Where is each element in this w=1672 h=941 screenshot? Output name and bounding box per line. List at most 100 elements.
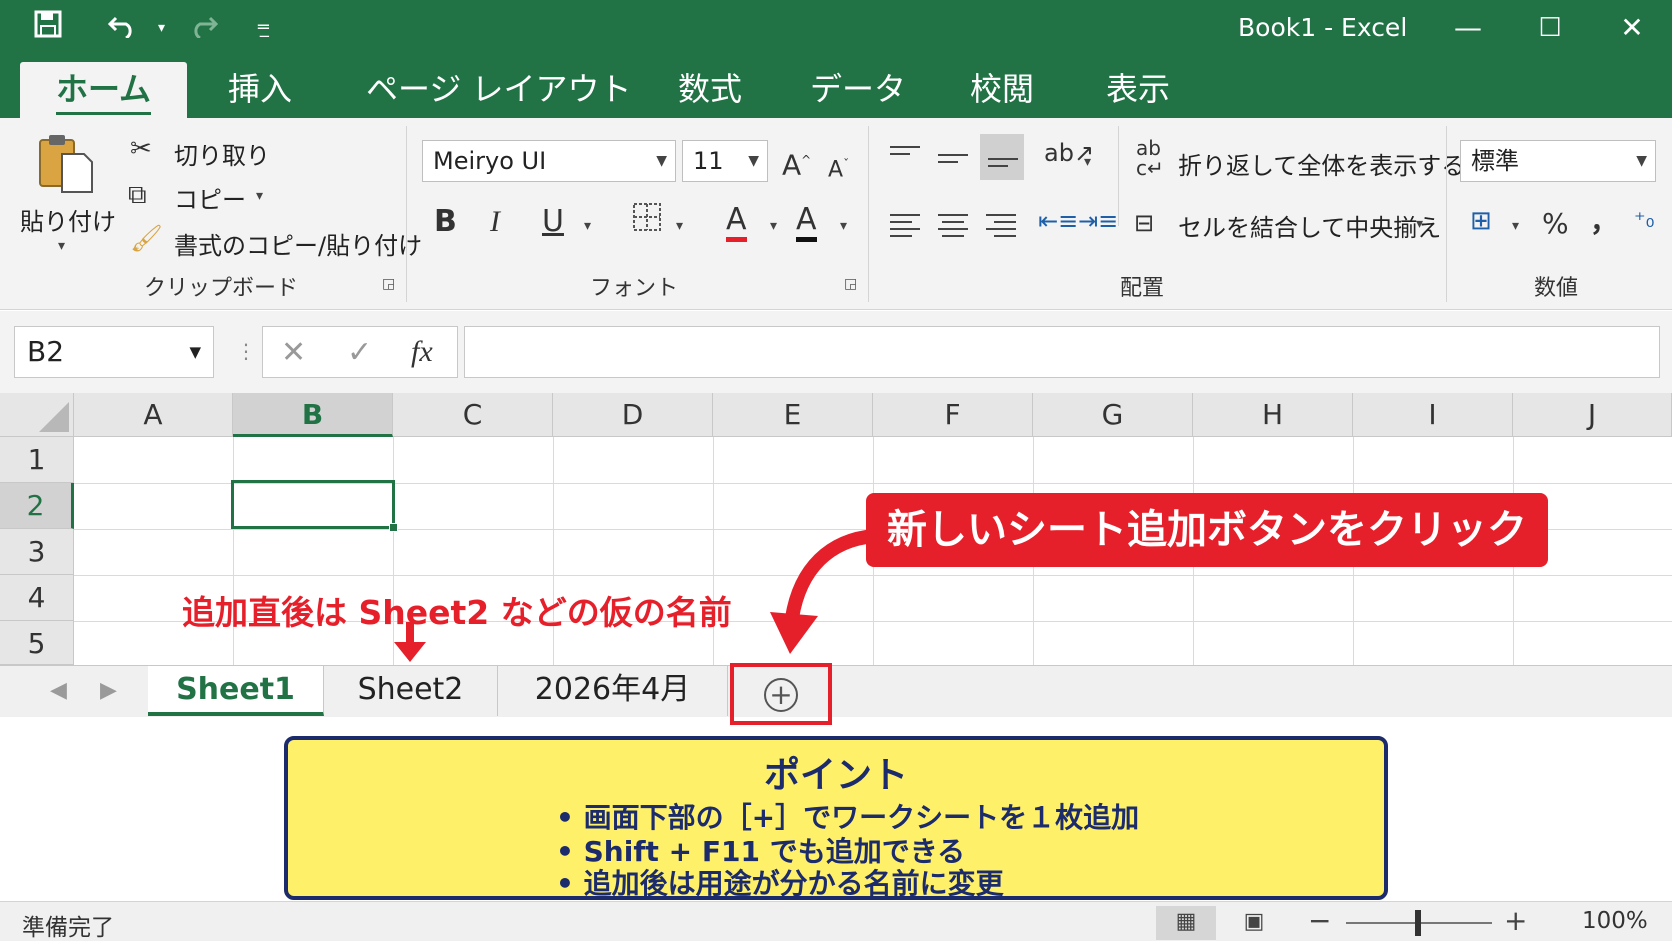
- paste-dropdown-icon[interactable]: ▾: [58, 238, 65, 254]
- cancel-icon[interactable]: ✕: [281, 335, 306, 370]
- select-all-button[interactable]: [0, 393, 74, 437]
- formula-input[interactable]: [464, 326, 1660, 378]
- cut-button[interactable]: 切り取り: [174, 136, 270, 171]
- page-layout-view-icon[interactable]: ▣: [1224, 906, 1284, 940]
- column-header[interactable]: A: [74, 393, 233, 437]
- accounting-dropdown-icon[interactable]: ▾: [1512, 218, 1519, 234]
- copy-dropdown-icon[interactable]: ▾: [256, 188, 263, 204]
- align-left-icon[interactable]: [890, 214, 920, 242]
- minimize-button[interactable]: —: [1448, 8, 1488, 48]
- tab-page-layout[interactable]: ページ レイアウト: [366, 62, 632, 118]
- borders-dropdown-icon[interactable]: ▾: [676, 218, 683, 234]
- close-button[interactable]: ✕: [1612, 8, 1652, 48]
- tab-review[interactable]: 校閲: [970, 62, 1034, 118]
- tab-insert[interactable]: 挿入: [228, 62, 292, 118]
- comma-style-button[interactable]: ，: [1590, 204, 1618, 240]
- sheet-tab-sheet2[interactable]: Sheet2: [324, 666, 498, 716]
- font-size-select[interactable]: 11 ▼: [682, 140, 768, 182]
- column-header[interactable]: H: [1193, 393, 1353, 437]
- column-header[interactable]: J: [1513, 393, 1672, 437]
- row-header-selected[interactable]: 2: [0, 483, 74, 529]
- fill-color-icon[interactable]: A: [726, 202, 747, 242]
- row-header[interactable]: 1: [0, 437, 74, 483]
- fill-handle[interactable]: [389, 523, 398, 532]
- zoom-slider-thumb[interactable]: [1415, 910, 1421, 936]
- tab-data[interactable]: データ: [810, 62, 906, 118]
- bottom-align-button[interactable]: [980, 134, 1024, 180]
- italic-button[interactable]: I: [490, 204, 500, 240]
- tab-formulas[interactable]: 数式: [678, 62, 742, 118]
- alignment-group-label: 配置: [1120, 276, 1165, 301]
- tab-home[interactable]: ホーム: [20, 62, 188, 118]
- name-box[interactable]: B2 ▼: [14, 326, 214, 378]
- scroll-left-icon[interactable]: ◀: [50, 678, 67, 703]
- font-launcher-icon[interactable]: ◲: [844, 276, 857, 292]
- clipboard-launcher-icon[interactable]: ◲: [382, 276, 395, 292]
- decrease-font-size-icon[interactable]: Aˇ: [828, 146, 849, 188]
- tab-view[interactable]: 表示: [1106, 62, 1170, 118]
- increase-font-size-icon[interactable]: A^: [782, 142, 811, 183]
- borders-icon[interactable]: [632, 202, 662, 239]
- new-sheet-button[interactable]: +: [730, 663, 832, 725]
- underline-button[interactable]: U: [542, 204, 564, 240]
- copy-icon[interactable]: ⧉: [128, 180, 147, 210]
- zoom-in-button[interactable]: +: [1504, 904, 1527, 937]
- column-header[interactable]: D: [553, 393, 713, 437]
- row-header[interactable]: 3: [0, 529, 74, 575]
- column-header[interactable]: E: [713, 393, 873, 437]
- font-name-select[interactable]: Meiryo UI ▼: [422, 140, 676, 182]
- formula-bar-grip-icon[interactable]: ⋮: [236, 339, 256, 363]
- bold-button[interactable]: B: [434, 204, 457, 240]
- active-cell[interactable]: [231, 480, 395, 529]
- paste-button-label[interactable]: 貼り付け: [20, 202, 116, 237]
- column-header[interactable]: G: [1033, 393, 1193, 437]
- align-right-icon[interactable]: [986, 214, 1016, 242]
- format-painter-icon[interactable]: 🖌: [130, 224, 163, 254]
- row-header[interactable]: 5: [0, 621, 74, 665]
- column-header[interactable]: C: [393, 393, 553, 437]
- scroll-right-icon[interactable]: ▶: [100, 678, 117, 703]
- scissors-icon[interactable]: ✂: [130, 134, 152, 164]
- save-icon[interactable]: [34, 10, 62, 48]
- column-header[interactable]: F: [873, 393, 1033, 437]
- percent-style-button[interactable]: %: [1542, 206, 1569, 242]
- sheet-tab-sheet1[interactable]: Sheet1: [148, 666, 324, 716]
- wrap-text-icon[interactable]: ab c↵: [1136, 138, 1164, 178]
- undo-dropdown-icon[interactable]: ▾: [158, 10, 165, 46]
- merge-center-icon[interactable]: ⊟: [1134, 208, 1154, 238]
- wrap-text-button[interactable]: 折り返して全体を表示する: [1178, 146, 1465, 181]
- middle-align-icon[interactable]: [938, 154, 968, 168]
- top-align-icon[interactable]: [890, 146, 920, 160]
- merge-dropdown-icon[interactable]: ▾: [1416, 216, 1423, 232]
- decrease-indent-icon[interactable]: ⇤≡: [1038, 206, 1078, 236]
- plus-icon: +: [764, 678, 798, 712]
- zoom-out-button[interactable]: −: [1308, 904, 1331, 937]
- redo-icon[interactable]: [188, 10, 219, 48]
- paste-icon[interactable]: [36, 132, 96, 201]
- sheet-tab-2026-april[interactable]: 2026年4月: [498, 666, 728, 716]
- maximize-button[interactable]: ☐: [1530, 8, 1570, 48]
- orientation-dropdown-icon[interactable]: ▾: [1084, 154, 1091, 170]
- format-painter-button[interactable]: 書式のコピー/貼り付け: [174, 226, 422, 261]
- copy-button[interactable]: コピー: [174, 180, 246, 215]
- accounting-format-icon[interactable]: ⊞: [1470, 206, 1492, 236]
- sheet-tab-bar: ◀ ▶ Sheet1 Sheet2 2026年4月 +: [0, 663, 1672, 725]
- font-color-icon[interactable]: A: [796, 202, 817, 242]
- row-header[interactable]: 4: [0, 575, 74, 621]
- underline-dropdown-icon[interactable]: ▾: [584, 218, 591, 234]
- customize-toolbar-icon[interactable]: ═̲: [258, 10, 269, 46]
- increase-decimal-icon[interactable]: ⁺₀: [1634, 206, 1654, 236]
- normal-view-icon[interactable]: ▦: [1156, 906, 1216, 940]
- column-header-selected[interactable]: B: [233, 393, 393, 437]
- number-format-select[interactable]: 標準 ▼: [1460, 140, 1656, 182]
- font-color-dropdown-icon[interactable]: ▾: [840, 218, 847, 234]
- enter-icon[interactable]: ✓: [347, 335, 372, 370]
- align-center-icon[interactable]: [938, 214, 968, 242]
- undo-icon[interactable]: [107, 10, 138, 48]
- fill-color-dropdown-icon[interactable]: ▾: [770, 218, 777, 234]
- increase-indent-icon[interactable]: ⇥≡: [1078, 206, 1118, 236]
- zoom-level[interactable]: 100%: [1582, 908, 1648, 934]
- column-header[interactable]: I: [1353, 393, 1513, 437]
- insert-function-icon[interactable]: fx: [411, 335, 433, 369]
- merge-center-button[interactable]: セルを結合して中央揃え: [1178, 208, 1441, 243]
